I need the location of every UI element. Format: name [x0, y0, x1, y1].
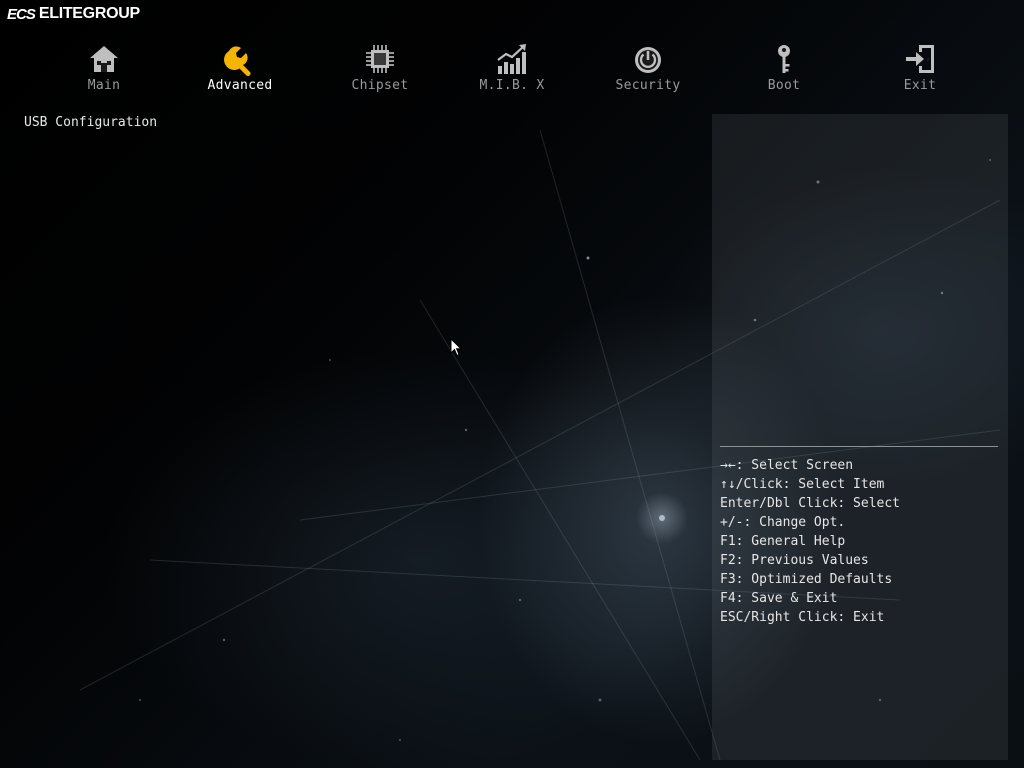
- help-change-opt: +/-: Change Opt.: [720, 515, 846, 530]
- tab-boot-label: Boot: [767, 78, 801, 93]
- help-enter-select: Enter/Dbl Click: Select: [720, 496, 901, 511]
- chart-icon: [497, 44, 526, 74]
- tab-exit-label: Exit: [903, 78, 937, 93]
- exit-icon: [906, 45, 934, 73]
- tab-chipset-label: Chipset: [351, 78, 409, 93]
- mouse-pointer-icon: [450, 338, 462, 357]
- tab-chipset[interactable]: Chipset: [325, 42, 435, 93]
- home-icon: [90, 46, 118, 72]
- help-panel: [712, 114, 1008, 760]
- chip-icon: [366, 45, 394, 73]
- tab-advanced[interactable]: Advanced: [185, 42, 295, 93]
- tab-mib-x-label: M.I.B. X: [479, 78, 545, 93]
- key-help-list: →←: Select Screen ↑↓/Click: Select Item …: [720, 456, 900, 627]
- help-general-help: F1: General Help: [720, 534, 846, 549]
- wrench-icon: [224, 46, 251, 76]
- logo-mark: ECS: [7, 5, 36, 23]
- power-shield-icon: [635, 47, 661, 73]
- logo-text: ELITEGROUP: [38, 5, 140, 22]
- help-esc-exit: ESC/Right Click: Exit: [720, 610, 885, 625]
- help-save-exit: F4: Save & Exit: [720, 591, 838, 606]
- help-select-screen: →←: Select Screen: [720, 458, 854, 473]
- help-select-item: ↑↓/Click: Select Item: [720, 477, 885, 492]
- key-icon: [778, 45, 790, 73]
- help-optimized-defaults: F3: Optimized Defaults: [720, 572, 893, 587]
- tab-main-label: Main: [87, 78, 121, 93]
- tab-security-label: Security: [615, 78, 681, 93]
- help-divider: [720, 446, 998, 447]
- tab-main[interactable]: Main: [49, 42, 159, 93]
- tab-advanced-label: Advanced: [207, 78, 273, 93]
- bios-screen: ECS ELITEGROUP Main Advanced Chipset M.I…: [0, 0, 1024, 768]
- ecs-elitegroup-logo: ECS ELITEGROUP: [7, 5, 140, 23]
- help-previous-values: F2: Previous Values: [720, 553, 869, 568]
- usb-configuration-heading[interactable]: USB Configuration: [24, 115, 157, 130]
- tab-security[interactable]: Security: [593, 42, 703, 93]
- top-navigation-tabs: Main Advanced Chipset M.I.B. X Security …: [0, 42, 1024, 98]
- tab-exit[interactable]: Exit: [865, 42, 975, 93]
- tab-mib-x[interactable]: M.I.B. X: [457, 42, 567, 93]
- tab-boot[interactable]: Boot: [729, 42, 839, 93]
